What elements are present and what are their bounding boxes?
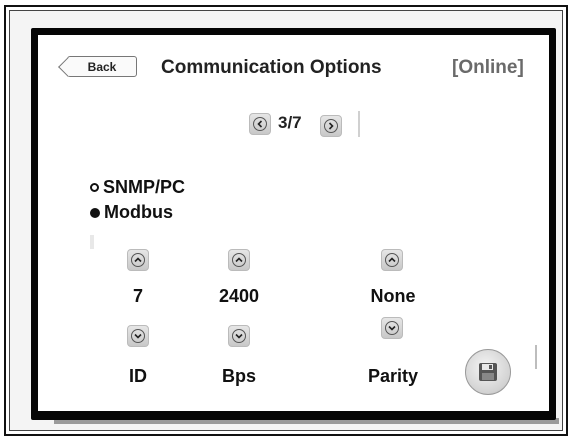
next-page-button[interactable] (320, 115, 342, 137)
bps-value: 2400 (218, 286, 260, 306)
floppy-disk-icon (479, 363, 497, 381)
scroll-marker (90, 235, 94, 249)
chevron-up-icon (385, 253, 399, 267)
parity-increment-button[interactable] (381, 249, 403, 271)
id-increment-button[interactable] (127, 249, 149, 271)
radio-option-snmp-pc[interactable]: SNMP/PC (90, 177, 185, 198)
pager-divider (358, 111, 360, 137)
page-title: Communication Options (161, 57, 382, 78)
bps-increment-button[interactable] (228, 249, 250, 271)
bps-label: Bps (221, 366, 256, 386)
parity-label: Parity (367, 366, 419, 386)
back-button[interactable]: Back (67, 56, 137, 77)
chevron-down-icon (232, 329, 246, 343)
id-label: ID (129, 366, 147, 386)
chevron-down-icon (131, 329, 145, 343)
radio-option-label: Modbus (104, 202, 173, 222)
bps-decrement-button[interactable] (228, 325, 250, 347)
previous-page-button[interactable] (249, 113, 271, 135)
parity-decrement-button[interactable] (381, 317, 403, 339)
chevron-right-icon (324, 119, 338, 133)
radio-selected-icon (90, 207, 100, 218)
chevron-left-icon (253, 117, 267, 131)
save-button[interactable] (465, 349, 511, 395)
id-value: 7 (132, 286, 143, 306)
scroll-marker (535, 345, 537, 369)
chevron-up-icon (232, 253, 246, 267)
radio-unselected-icon (90, 183, 99, 192)
parity-value: None (370, 286, 416, 306)
page-indicator: 3/7 (278, 113, 302, 132)
chevron-down-icon (385, 321, 399, 335)
radio-option-modbus[interactable]: Modbus (90, 202, 173, 223)
device-screen: Back Communication Options [Online] 3/7 … (38, 35, 549, 411)
connection-status: [Online] (452, 57, 524, 78)
id-decrement-button[interactable] (127, 325, 149, 347)
radio-option-label: SNMP/PC (103, 177, 186, 197)
chevron-up-icon (131, 253, 145, 267)
back-button-label: Back (87, 59, 117, 74)
